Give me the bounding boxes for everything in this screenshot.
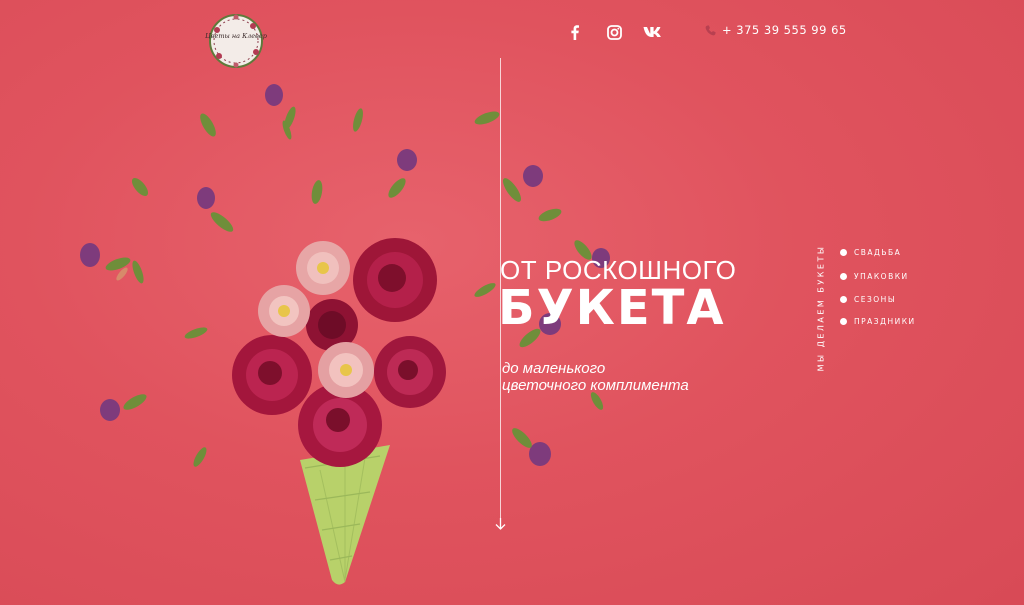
rose-icon xyxy=(374,336,446,408)
nav-dot xyxy=(840,249,847,256)
nav-item-label: СЕЗОНЫ xyxy=(854,295,896,304)
nav-item-holidays[interactable]: ПРАЗДНИКИ xyxy=(840,315,916,328)
facebook-icon xyxy=(571,24,579,40)
nav-item-label: ПРАЗДНИКИ xyxy=(854,317,916,326)
nav-item-label: СВАДЬБА xyxy=(854,248,902,257)
nav-item-wedding[interactable]: СВАДЬБА xyxy=(840,246,916,259)
scroll-down-arrow-icon[interactable] xyxy=(495,518,506,530)
nav-dot xyxy=(840,273,847,280)
side-nav-title-text: МЫ ДЕЛАЕМ БУКЕТЫ xyxy=(816,244,826,371)
nav-item-label: УПАКОВКИ xyxy=(854,272,909,281)
peony-icon xyxy=(318,342,374,398)
bouquet-illustration xyxy=(80,84,500,585)
nav-item-seasons[interactable]: СЕЗОНЫ xyxy=(840,293,916,306)
phone-link[interactable]: + 375 39 555 99 65 xyxy=(705,23,847,37)
nav-item-packaging[interactable]: УПАКОВКИ xyxy=(840,270,916,283)
rose-icon xyxy=(353,238,437,322)
side-nav: СВАДЬБА УПАКОВКИ СЕЗОНЫ ПРАЗДНИКИ xyxy=(840,246,916,339)
hero-subtitle-line1: до маленького xyxy=(502,360,606,377)
vk-link[interactable] xyxy=(642,22,664,42)
side-nav-title: МЫ ДЕЛАЕМ БУКЕТЫ xyxy=(813,240,829,375)
vk-icon xyxy=(643,27,661,37)
facebook-link[interactable] xyxy=(568,22,582,42)
nav-dot xyxy=(840,318,847,325)
nav-dot xyxy=(840,296,847,303)
hero-heading-line2: БУКЕТА xyxy=(498,280,726,336)
hero-subtitle: до маленького цветочного комплимента xyxy=(502,360,732,394)
rose-icon xyxy=(232,335,312,415)
instagram-icon xyxy=(606,24,622,40)
peony-icon xyxy=(258,285,310,337)
phone-number: + 375 39 555 99 65 xyxy=(722,23,847,37)
instagram-link[interactable] xyxy=(606,22,622,42)
hero-subtitle-line2: цветочного комплимента xyxy=(502,377,689,394)
phone-icon xyxy=(705,24,716,35)
peony-icon xyxy=(296,241,350,295)
